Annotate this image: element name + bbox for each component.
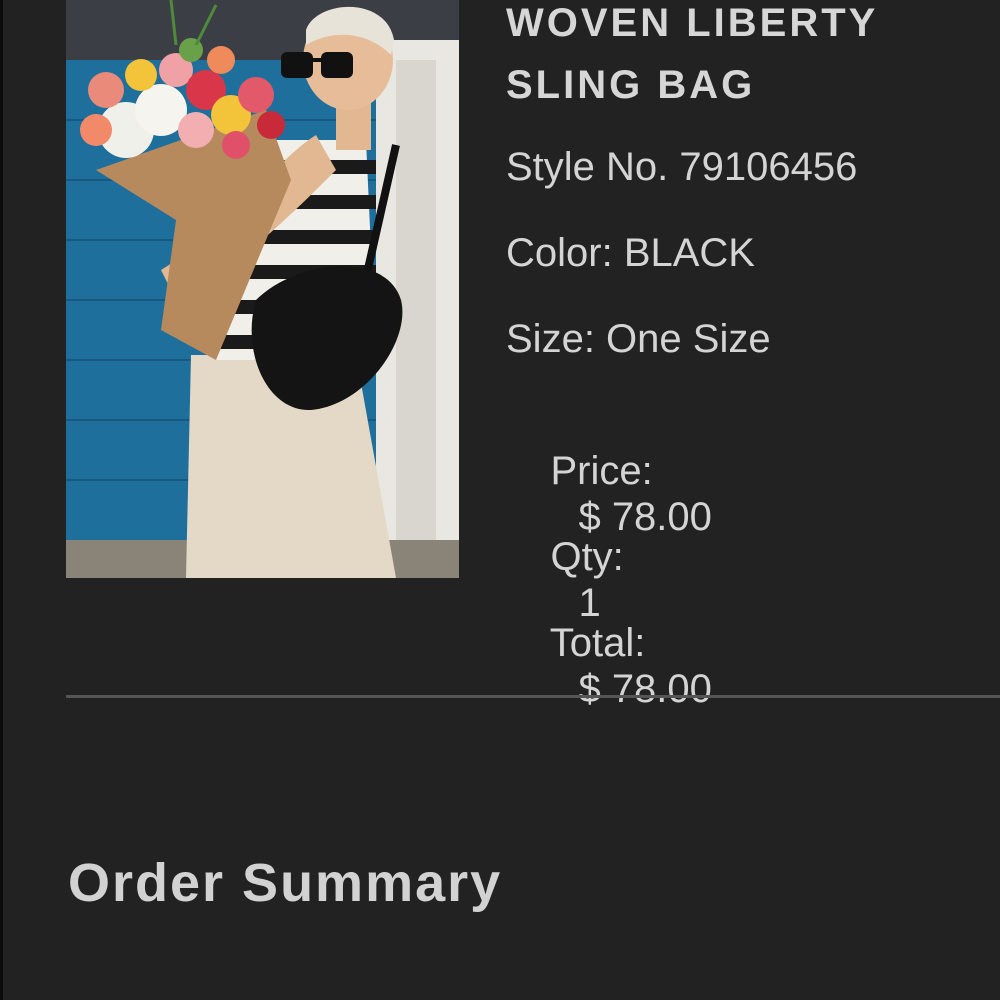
product-photo-illustration [66,0,459,578]
total-row: Total: $ 78.00 [506,574,712,758]
section-divider [66,695,1000,698]
page-edge [0,0,3,1000]
total-value: $ 78.00 [578,667,712,711]
price-label: Price: [550,449,653,493]
qty-label: Qty: [550,535,624,579]
total-label: Total: [549,621,646,665]
product-title[interactable]: WOVEN LIBERTY SLING BAG [506,0,986,116]
color-value: Color: BLACK [506,231,755,275]
product-image[interactable] [66,0,459,578]
order-summary-title: Order Summary [68,853,503,913]
size-value: Size: One Size [506,317,771,361]
style-number: Style No. 79106456 [506,145,858,189]
